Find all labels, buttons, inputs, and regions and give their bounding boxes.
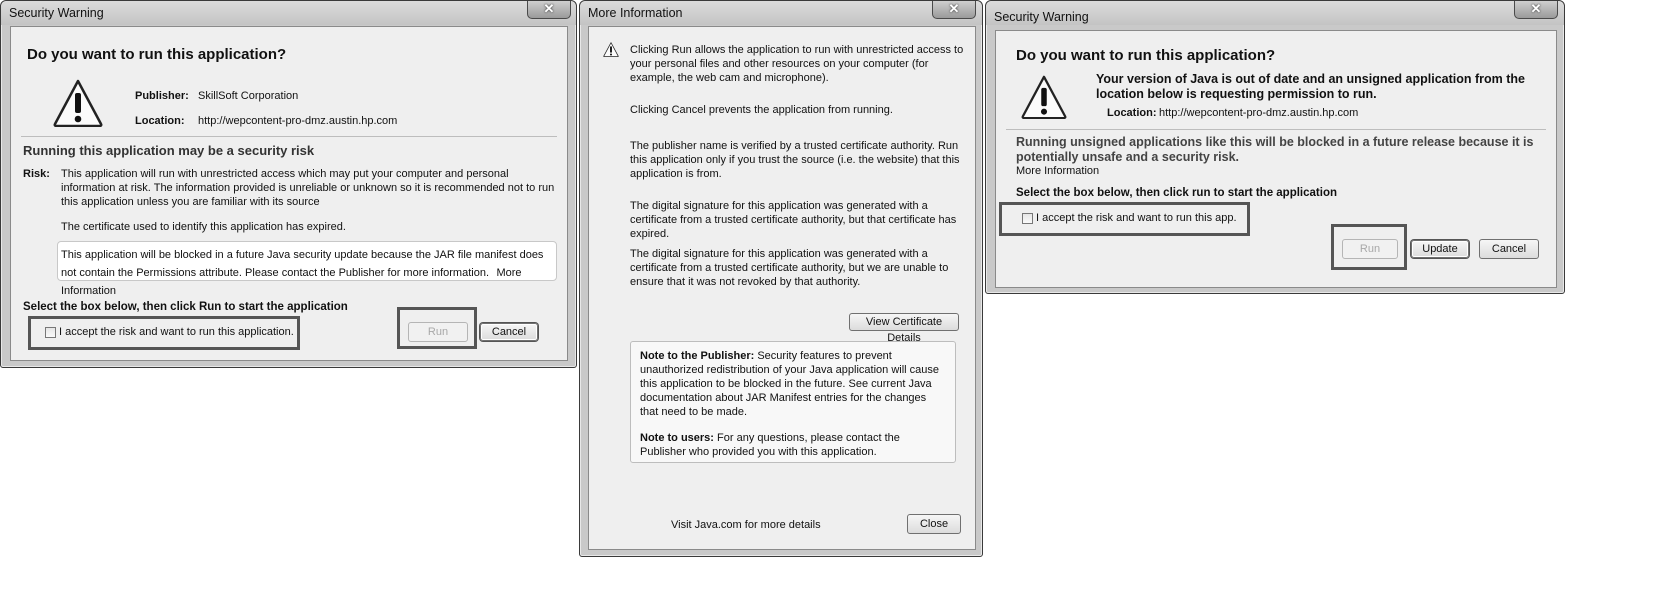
close-icon: ✕ <box>948 1 960 16</box>
close-button[interactable]: ✕ <box>527 1 571 19</box>
run-button[interactable]: Run <box>408 322 468 342</box>
cancel-button[interactable]: Cancel <box>480 323 538 341</box>
title-bar: More Information ✕ <box>580 1 982 25</box>
cancel-button-label: Cancel <box>491 326 527 338</box>
accept-risk-checkbox[interactable] <box>1022 213 1033 224</box>
note-to-publisher-label: Note to the Publisher: <box>640 350 755 362</box>
warning-icon <box>603 42 619 57</box>
cancel-button[interactable]: Cancel <box>1479 239 1539 259</box>
view-certificate-details-label: View Certificate Details <box>865 316 943 344</box>
dialog-heading: Do you want to run this application? <box>1016 47 1276 64</box>
cancel-info-text: Clicking Cancel prevents the application… <box>630 104 893 116</box>
location-value: http://wepcontent-pro-dmz.austin.hp.com <box>198 115 398 127</box>
title-bar: Security Warning ✕ <box>986 1 1564 25</box>
close-icon: ✕ <box>1530 1 1542 16</box>
dialog-heading: Do you want to run this application? <box>27 46 287 63</box>
revocation-text: The digital signature for this applicati… <box>630 248 949 288</box>
notice-box: This application will be blocked in a fu… <box>57 241 557 297</box>
dialog-body: Do you want to run this application? Pub… <box>10 26 568 361</box>
close-icon: ✕ <box>543 1 555 16</box>
unsigned-warning-text: Running unsigned applications like this … <box>1016 135 1534 164</box>
notice-text: This application will be blocked in a fu… <box>61 249 544 279</box>
more-information-dialog: More Information ✕ Clicking Run allows t… <box>579 0 983 557</box>
view-certificate-details-button[interactable]: View Certificate Details <box>849 313 959 344</box>
close-dialog-button[interactable]: Close <box>907 514 961 534</box>
certificate-expired-text: The certificate used to identify this ap… <box>61 221 346 233</box>
run-info-text: Clicking Run allows the application to r… <box>630 44 964 84</box>
publisher-label: Publisher: <box>135 90 189 102</box>
risk-text: This application will run with unrestric… <box>61 168 555 208</box>
publisher-notes-box: Note to the Publisher: Security features… <box>630 341 956 463</box>
update-button-label: Update <box>1422 243 1458 255</box>
update-button[interactable]: Update <box>1411 240 1469 258</box>
note-to-users-label: Note to users: <box>640 432 714 444</box>
window-title: More Information <box>588 6 683 20</box>
close-button[interactable]: ✕ <box>932 1 976 19</box>
accept-risk-label[interactable]: I accept the risk and want to run this a… <box>59 325 294 339</box>
warning-icon <box>53 79 103 127</box>
location-value: http://wepcontent-pro-dmz.austin.hp.com <box>1159 107 1359 119</box>
note-to-users: Note to users: For any questions, please… <box>640 431 947 459</box>
visit-java-link[interactable]: Visit Java.com for more details <box>671 518 821 532</box>
risk-label: Risk: <box>23 168 50 180</box>
publisher-value: SkillSoft Corporation <box>198 90 299 102</box>
cancel-button-label: Cancel <box>1491 243 1527 255</box>
java-outdated-message: Your version of Java is out of date and … <box>1096 72 1525 101</box>
window-title: Security Warning <box>994 10 1089 24</box>
security-warning-dialog-1: Security Warning ✕ Do you want to run th… <box>0 0 577 368</box>
title-bar: Security Warning ✕ <box>1 1 576 25</box>
more-information-link[interactable]: More Information <box>1016 164 1099 178</box>
divider <box>21 136 557 137</box>
run-button-label: Run <box>1359 243 1381 255</box>
divider <box>1006 129 1546 130</box>
run-button-label: Run <box>427 326 449 338</box>
certificate-expired-text: The digital signature for this applicati… <box>630 200 957 240</box>
warning-icon <box>1021 75 1067 119</box>
location-label: Location: <box>135 115 185 127</box>
select-instruction: Select the box below, then click run to … <box>1016 187 1337 199</box>
run-button[interactable]: Run <box>1342 239 1398 259</box>
close-button[interactable]: ✕ <box>1514 1 1558 19</box>
dialog-body: Clicking Run allows the application to r… <box>588 26 976 550</box>
select-instruction: Select the box below, then click Run to … <box>23 301 348 313</box>
window-title: Security Warning <box>9 6 104 20</box>
close-dialog-label: Close <box>919 518 949 530</box>
publisher-verified-text: The publisher name is verified by a trus… <box>630 140 960 180</box>
dialog-body: Do you want to run this application? You… <box>995 30 1557 288</box>
note-to-publisher: Note to the Publisher: Security features… <box>640 349 947 419</box>
risk-heading: Running this application may be a securi… <box>23 143 315 158</box>
accept-risk-checkbox[interactable] <box>45 327 56 338</box>
accept-risk-label[interactable]: I accept the risk and want to run this a… <box>1036 211 1237 225</box>
security-warning-dialog-2: Security Warning ✕ Do you want to run th… <box>985 0 1565 294</box>
location-label: Location: <box>1107 107 1157 119</box>
